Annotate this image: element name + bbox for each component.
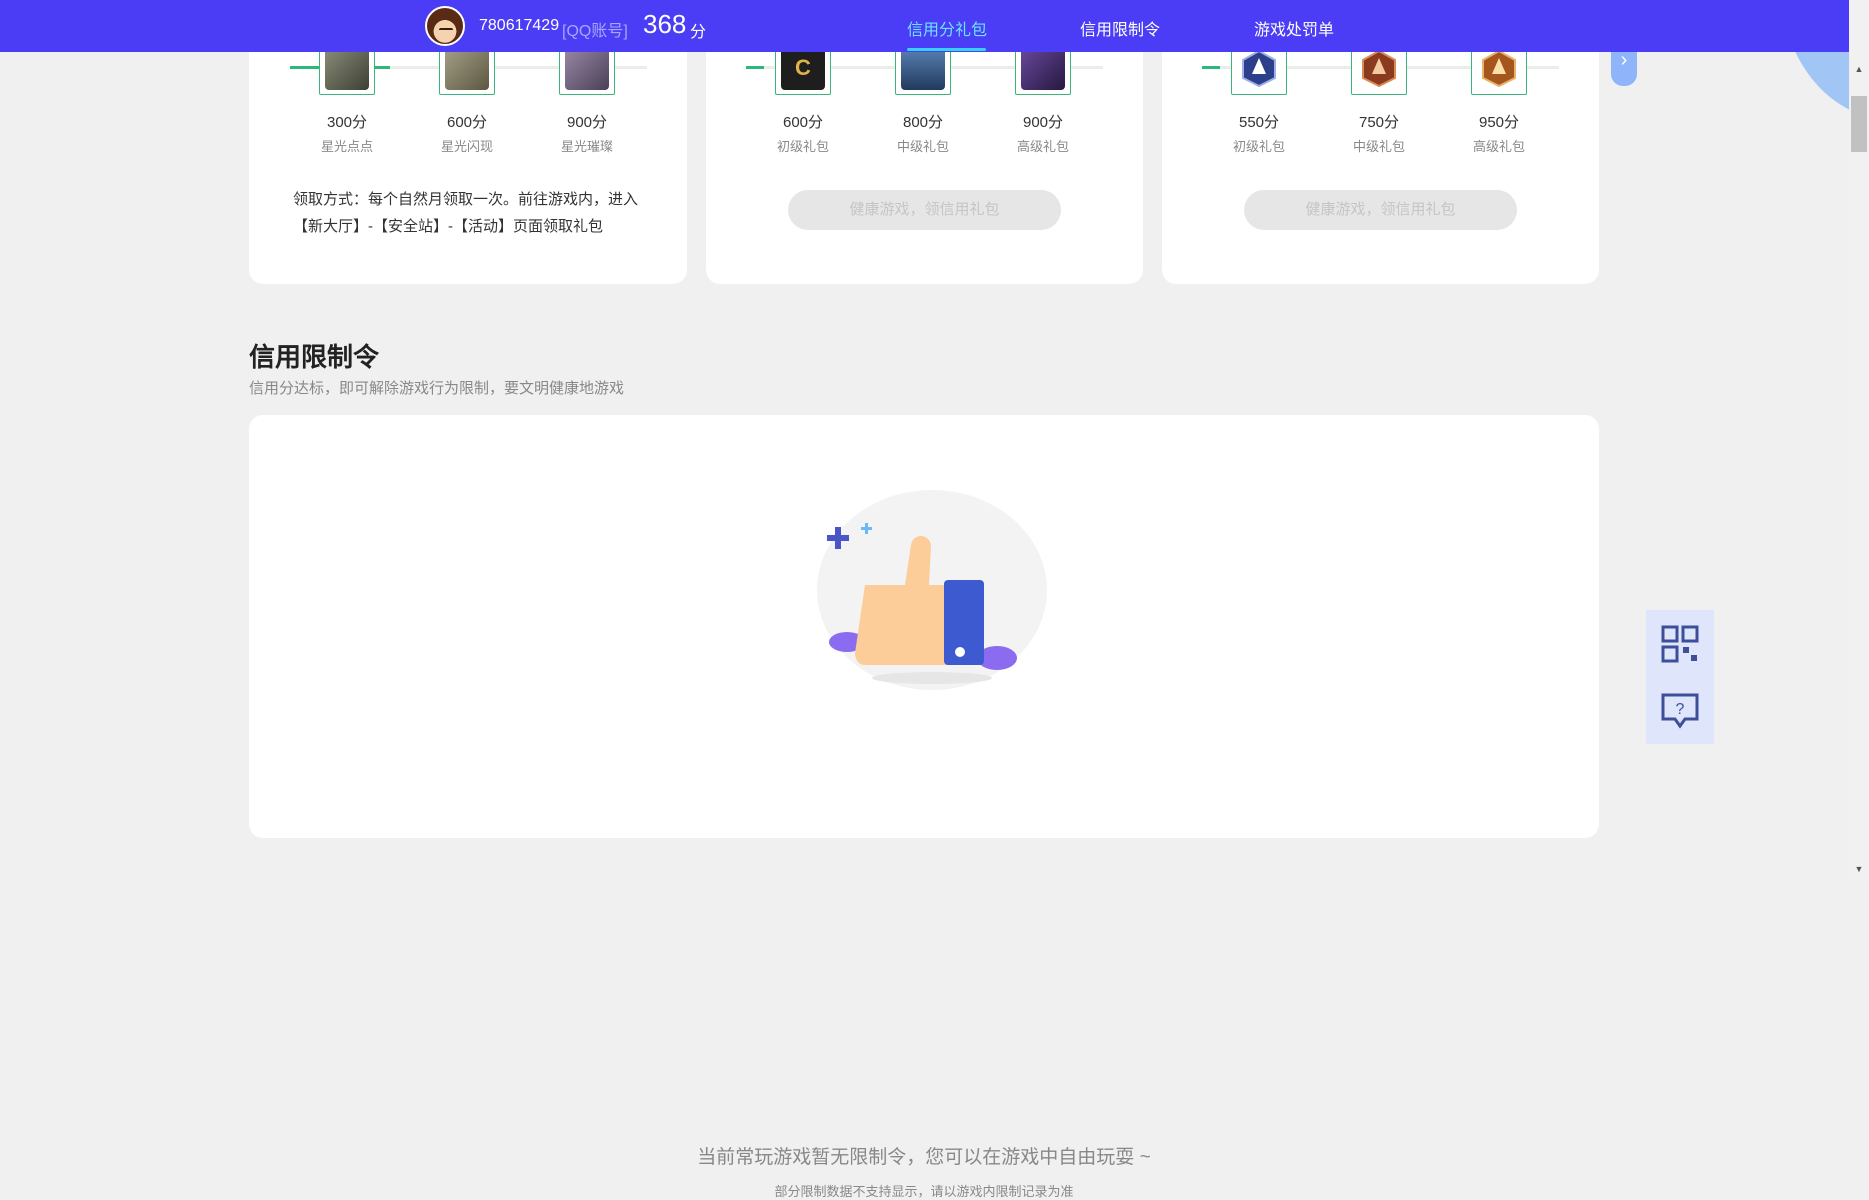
- restriction-panel: 当前常玩游戏暂无限制令，您可以在游戏中自由玩耍 ~ 部分限制数据不支持显示，请以…: [249, 415, 1599, 1199]
- chevron-right-icon: ›: [1620, 49, 1628, 71]
- claim-instructions: 领取方式：每个自然月领取一次。前往游戏内，进入【新大厅】-【安全站】-【活动】页…: [293, 191, 639, 235]
- credit-score-unit: 分: [690, 24, 707, 41]
- gift-name: 星光闪现: [440, 139, 493, 154]
- thumbs-up-illustration: [817, 490, 1047, 690]
- gift-score: 600分: [782, 114, 824, 131]
- gift-name: 中级礼包: [896, 139, 949, 154]
- feedback-button[interactable]: ?: [1646, 677, 1714, 744]
- gift-spider-icon: [565, 45, 609, 90]
- gift-score: 300分: [326, 114, 368, 131]
- section-subtitle: 信用分达标，即可解除游戏行为限制，要文明健康地游戏: [249, 380, 625, 397]
- gift-weapon-card-icon: [901, 45, 945, 90]
- qr-code-icon: [1661, 625, 1699, 662]
- gift-chest-icon: [1021, 45, 1065, 90]
- user-id: 780617429: [479, 17, 560, 34]
- gift-rank-badge-icon: [1357, 45, 1401, 90]
- gift-name: 高级礼包: [1016, 139, 1069, 154]
- gift-c-badge-icon: C: [781, 45, 825, 90]
- top-bar: 780617429 [QQ账号] 368 分 信用分礼包 信用限制令 游戏处罚单: [0, 0, 1849, 52]
- claim-gift-button[interactable]: 健康游戏，领信用礼包: [1244, 190, 1517, 230]
- gift-name: 初级礼包: [776, 139, 829, 154]
- tab-credit-gift[interactable]: 信用分礼包: [907, 16, 987, 40]
- tab-credit-restriction[interactable]: 信用限制令: [1080, 16, 1160, 40]
- gift-spider-icon: [325, 45, 369, 90]
- credit-score: 368: [643, 9, 687, 39]
- gift-name: 中级礼包: [1352, 139, 1405, 154]
- gift-spider-icon: [445, 45, 489, 90]
- gift-progress-fill: [746, 66, 764, 69]
- gift-score: 950分: [1478, 114, 1520, 131]
- gift-score: 800分: [902, 114, 944, 131]
- gift-name: 星光点点: [320, 139, 373, 154]
- account-type-tag: [QQ账号]: [562, 23, 628, 40]
- gift-score: 600分: [446, 114, 488, 131]
- gift-score: 550分: [1238, 114, 1280, 131]
- section-title: 信用限制令: [249, 342, 380, 372]
- claim-gift-button[interactable]: 健康游戏，领信用礼包: [788, 190, 1061, 230]
- scroll-down-arrow-icon[interactable]: ▼: [1853, 864, 1865, 874]
- user-avatar[interactable]: [425, 6, 465, 46]
- empty-state-note: 部分限制数据不支持显示，请以游戏内限制记录为准: [774, 1184, 1074, 1199]
- tab-game-penalty[interactable]: 游戏处罚单: [1254, 16, 1334, 40]
- empty-state-message: 当前常玩游戏暂无限制令，您可以在游戏中自由玩耍 ~: [697, 1147, 1151, 1168]
- active-tab-indicator: [907, 48, 986, 51]
- gift-score: 750分: [1358, 114, 1400, 131]
- scroll-up-arrow-icon[interactable]: ▲: [1853, 64, 1865, 74]
- qr-code-button[interactable]: [1646, 610, 1714, 677]
- gift-score: 900分: [1022, 114, 1064, 131]
- scrollbar-thumb[interactable]: [1851, 96, 1867, 152]
- gift-progress-fill: [1202, 66, 1220, 69]
- gift-score: 900分: [566, 114, 608, 131]
- feedback-question-icon: ?: [1661, 693, 1699, 729]
- gift-rank-badge-icon: [1477, 45, 1521, 90]
- gift-name: 初级礼包: [1232, 139, 1285, 154]
- gift-rank-badge-icon: [1237, 45, 1281, 90]
- gift-name: 高级礼包: [1472, 139, 1525, 154]
- gift-name: 星光璀璨: [560, 139, 613, 154]
- svg-text:?: ?: [1676, 701, 1685, 718]
